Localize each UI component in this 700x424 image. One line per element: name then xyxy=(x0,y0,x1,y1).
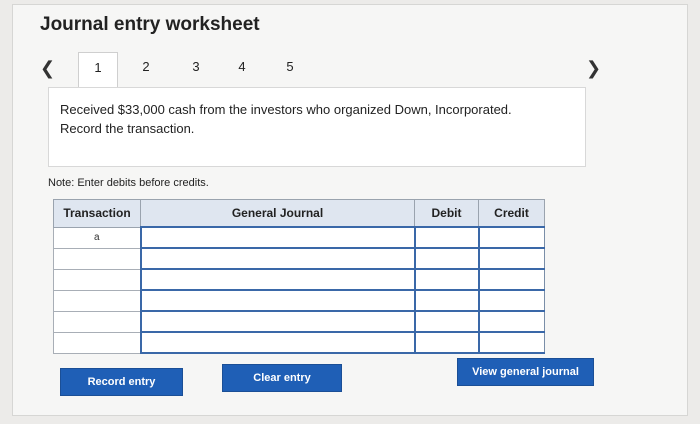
account-input[interactable] xyxy=(139,247,415,270)
transaction-cell xyxy=(53,247,141,270)
question-box: Received $33,000 cash from the investors… xyxy=(48,87,586,167)
account-input[interactable] xyxy=(139,289,415,312)
column-header-general-journal: General Journal xyxy=(140,199,415,228)
table-header-row: Transaction General Journal Debit Credit xyxy=(53,199,545,228)
credit-input[interactable] xyxy=(477,226,545,249)
record-entry-button[interactable]: Record entry xyxy=(60,368,183,396)
tab-5[interactable]: 5 xyxy=(270,52,310,84)
account-input[interactable] xyxy=(139,226,415,249)
tab-2[interactable]: 2 xyxy=(126,52,166,84)
table-row xyxy=(53,331,545,354)
credit-input[interactable] xyxy=(477,310,545,333)
transaction-cell xyxy=(53,289,141,312)
credit-input[interactable] xyxy=(477,289,545,312)
debit-input[interactable] xyxy=(413,268,479,291)
account-input[interactable] xyxy=(139,268,415,291)
question-text: Received $33,000 cash from the investors… xyxy=(60,102,512,117)
debit-input[interactable] xyxy=(413,247,479,270)
view-general-journal-button[interactable]: View general journal xyxy=(457,358,594,386)
credit-input[interactable] xyxy=(477,247,545,270)
table-row xyxy=(53,268,545,291)
page-title: Journal entry worksheet xyxy=(40,14,260,35)
table-row xyxy=(53,289,545,312)
tab-1[interactable]: 1 xyxy=(78,52,118,88)
debit-input[interactable] xyxy=(413,331,479,354)
clear-entry-button[interactable]: Clear entry xyxy=(222,364,342,392)
credit-input[interactable] xyxy=(477,331,545,354)
account-input[interactable] xyxy=(139,310,415,333)
transaction-cell xyxy=(53,331,141,354)
note-text: Note: Enter debits before credits. xyxy=(48,177,209,189)
debit-input[interactable] xyxy=(413,310,479,333)
transaction-cell xyxy=(53,268,141,291)
column-header-credit: Credit xyxy=(478,199,545,228)
table-row xyxy=(53,310,545,333)
journal-table: Transaction General Journal Debit Credit… xyxy=(53,199,545,354)
transaction-cell: a xyxy=(53,226,141,249)
column-header-debit: Debit xyxy=(414,199,479,228)
tab-4[interactable]: 4 xyxy=(222,52,262,84)
question-instruction: Record the transaction. xyxy=(60,121,195,136)
debit-input[interactable] xyxy=(413,289,479,312)
transaction-cell xyxy=(53,310,141,333)
credit-input[interactable] xyxy=(477,268,545,291)
tab-bar: ❮ 1 2 3 4 5 ❯ xyxy=(40,52,610,88)
column-header-transaction: Transaction xyxy=(53,199,141,228)
account-input[interactable] xyxy=(139,331,415,354)
table-row xyxy=(53,247,545,270)
tab-3[interactable]: 3 xyxy=(176,52,216,84)
debit-input[interactable] xyxy=(413,226,479,249)
table-row: a xyxy=(53,226,545,249)
chevron-right-icon[interactable]: ❯ xyxy=(586,58,601,79)
chevron-left-icon[interactable]: ❮ xyxy=(40,58,55,79)
